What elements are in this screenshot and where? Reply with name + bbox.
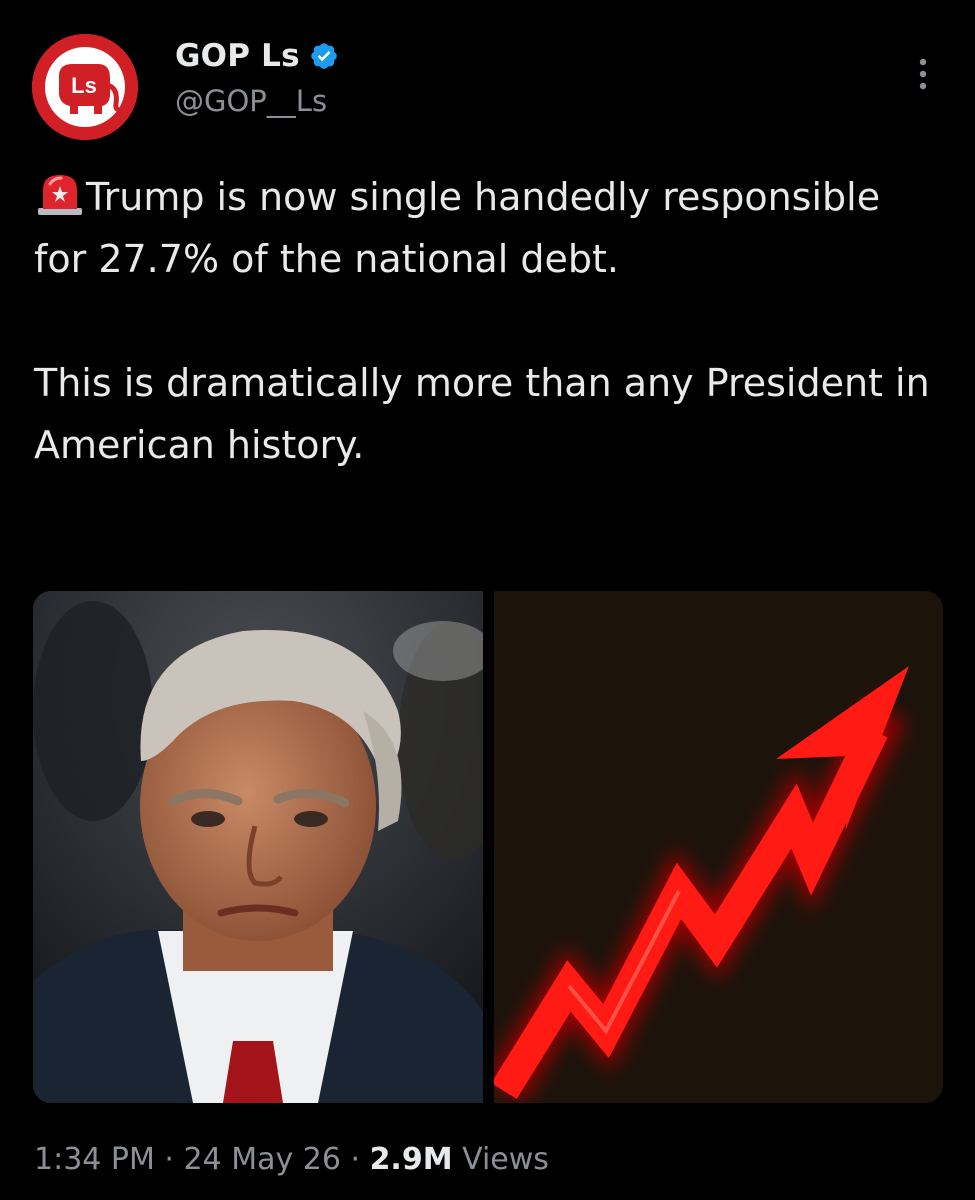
tweet-date[interactable]: 24 May 26 — [184, 1142, 341, 1177]
meta-separator-2: · — [340, 1142, 370, 1177]
svg-text:Ls: Ls — [71, 73, 97, 98]
media-graphic[interactable] — [494, 591, 943, 1103]
avatar[interactable]: Ls — [32, 34, 138, 140]
media-photo[interactable] — [33, 591, 483, 1103]
verified-badge-icon — [310, 43, 337, 69]
account-handle[interactable]: @GOP__Ls — [175, 84, 327, 118]
meta-separator-1: · — [154, 1142, 184, 1177]
tweet-time[interactable]: 1:34 PM — [34, 1142, 155, 1177]
tweet-text: Trump is now single handedly responsible… — [34, 166, 934, 476]
rising-arrow-icon — [494, 591, 943, 1103]
more-vertical-icon[interactable] — [908, 52, 938, 96]
display-name[interactable]: GOP Ls — [175, 38, 300, 74]
gop-ls-logo-icon: Ls — [32, 34, 138, 140]
tweet-line-1: Trump is now single handedly responsible… — [34, 175, 881, 281]
portrait-photo-icon — [33, 591, 483, 1103]
tweet-paragraph-1: Trump is now single handedly responsible… — [34, 166, 934, 290]
siren-icon — [38, 175, 82, 215]
views-count[interactable]: 2.9M — [370, 1142, 453, 1177]
tweet-paragraph-2: This is dramatically more than any Presi… — [34, 352, 934, 476]
views-label: Views — [452, 1142, 549, 1177]
tweet-line-2: This is dramatically more than any Presi… — [34, 361, 930, 467]
media-grid — [33, 591, 943, 1103]
author-name-row[interactable]: GOP Ls — [175, 38, 339, 74]
tweet-meta: 1:34 PM · 24 May 26 · 2.9M Views — [34, 1142, 549, 1177]
